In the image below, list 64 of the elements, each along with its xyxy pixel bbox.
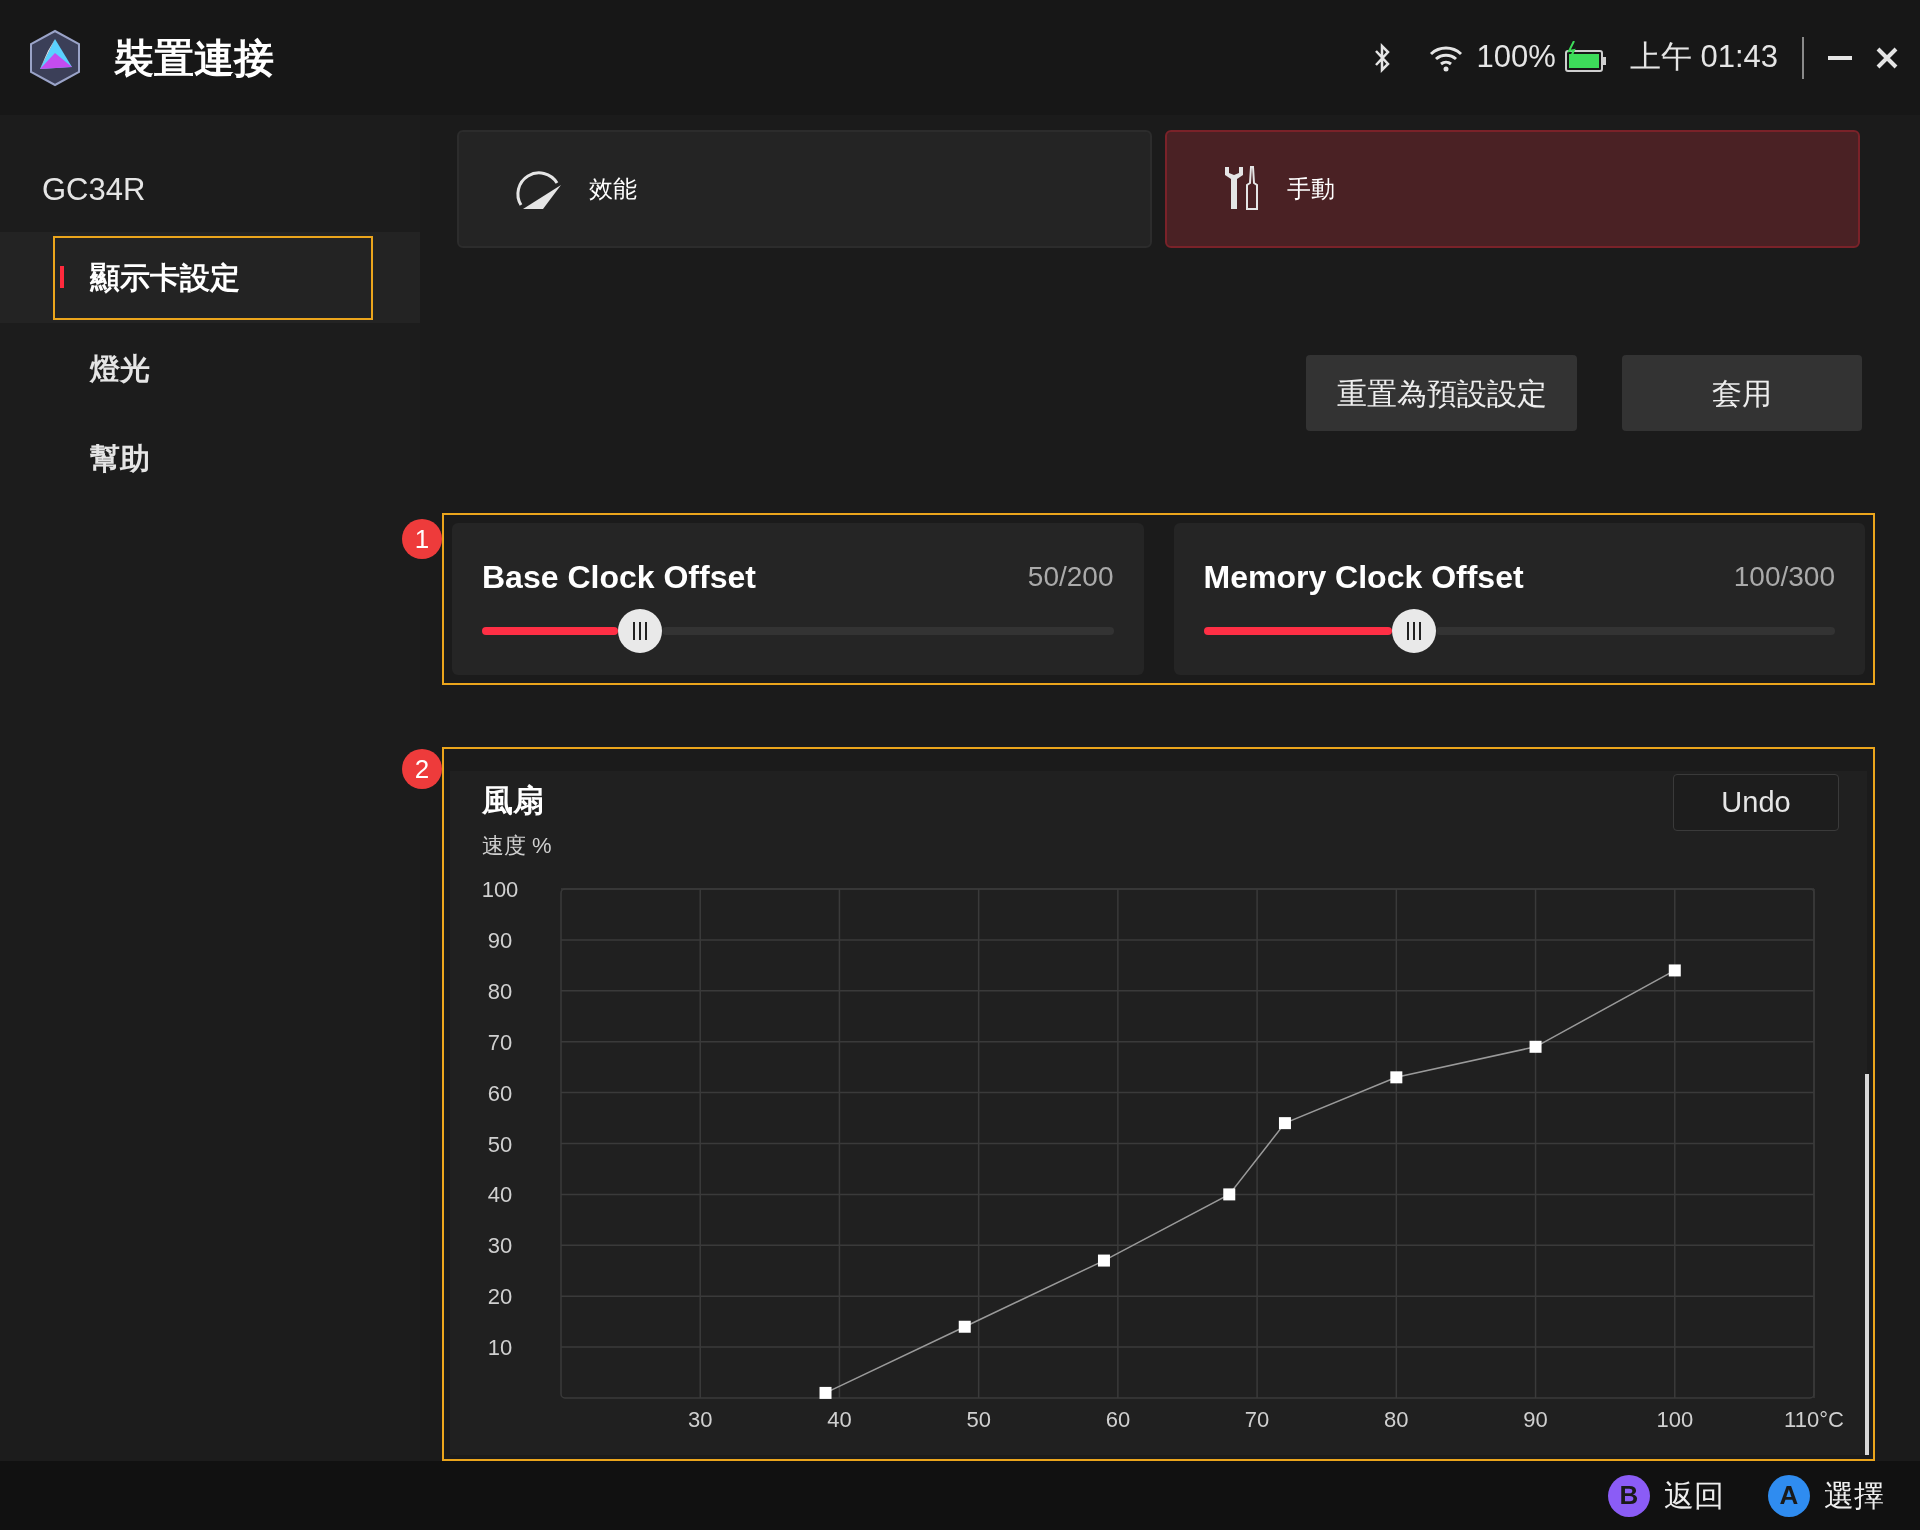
sidebar-item[interactable]: 幫助 bbox=[53, 424, 373, 492]
sidebar-item[interactable]: 顯示卡設定 bbox=[53, 235, 373, 320]
slider-reading: 100/300 bbox=[1733, 560, 1835, 594]
undo-button[interactable]: Undo bbox=[1673, 774, 1839, 831]
curve-point[interactable] bbox=[1097, 1254, 1110, 1267]
hint-label: 返回 bbox=[1664, 1478, 1724, 1514]
clock-time: 上午 01:43 bbox=[1629, 38, 1778, 77]
x-tick-label: 50 bbox=[966, 1407, 991, 1432]
slider-label: Memory Clock Offset bbox=[1203, 558, 1524, 597]
step-badge: 1 bbox=[402, 519, 442, 559]
y-tick-label: 10 bbox=[487, 1335, 513, 1361]
x-tick-label: 100 bbox=[1656, 1407, 1694, 1432]
controller-button-icon: A bbox=[1768, 1474, 1810, 1517]
mode-tab[interactable]: 效能 bbox=[457, 130, 1152, 248]
slider-track[interactable] bbox=[1203, 609, 1835, 653]
battery-percentage: 100% bbox=[1476, 38, 1556, 77]
logo-icon bbox=[28, 28, 82, 87]
mode-label: 手動 bbox=[1287, 174, 1335, 204]
device-name: GC34R bbox=[41, 171, 147, 209]
mode-tab[interactable]: 手動 bbox=[1165, 130, 1860, 248]
curve-point[interactable] bbox=[1529, 1040, 1542, 1053]
x-tick-label: 90 bbox=[1523, 1407, 1548, 1432]
scrollbar[interactable] bbox=[1865, 1074, 1869, 1455]
slider-label: Base Clock Offset bbox=[482, 558, 756, 597]
close-icon[interactable] bbox=[1876, 46, 1898, 69]
slider-thumb[interactable] bbox=[617, 609, 662, 653]
fan-curve-chart[interactable]: 10 20 30 40 50 60 70 80 90 100 30 40 50 60 70 80 90 100 110°C bbox=[482, 872, 1849, 1437]
slider-track[interactable] bbox=[482, 609, 1114, 653]
mode-label: 效能 bbox=[589, 174, 637, 204]
reset-defaults-button[interactable]: 重置為預設設定 bbox=[1306, 355, 1577, 431]
curve-point[interactable] bbox=[958, 1320, 971, 1333]
selection-indicator bbox=[60, 265, 64, 288]
minimize-icon[interactable] bbox=[1828, 54, 1852, 61]
x-tick-label: 80 bbox=[1384, 1407, 1409, 1432]
y-tick-label: 60 bbox=[487, 1080, 513, 1106]
app-title: 裝置連接 bbox=[114, 34, 274, 82]
sidebar-item[interactable]: 燈光 bbox=[53, 334, 373, 402]
bluetooth-icon bbox=[1372, 42, 1391, 73]
x-tick-label: 30 bbox=[688, 1407, 713, 1432]
step-badge: 2 bbox=[402, 749, 442, 789]
fan-title: 風扇 bbox=[482, 782, 544, 820]
y-tick-label: 70 bbox=[487, 1029, 513, 1055]
apply-button[interactable]: 套用 bbox=[1622, 355, 1862, 431]
x-tick-label: 60 bbox=[1105, 1407, 1131, 1432]
curve-point[interactable] bbox=[819, 1386, 832, 1399]
curve-point[interactable] bbox=[1278, 1117, 1291, 1130]
slider-reading: 50/200 bbox=[1027, 560, 1114, 594]
y-tick-label: 100 bbox=[482, 877, 519, 902]
controller-button-icon: B bbox=[1608, 1474, 1650, 1517]
y-tick-label: 50 bbox=[487, 1131, 513, 1157]
curve-point[interactable] bbox=[1668, 964, 1681, 977]
y-tick-label: 40 bbox=[487, 1182, 513, 1208]
x-tick-label: 40 bbox=[827, 1407, 852, 1432]
curve-point[interactable] bbox=[1223, 1188, 1236, 1201]
hint-label: 選擇 bbox=[1824, 1478, 1884, 1514]
axis-label: 速度 % bbox=[482, 832, 553, 860]
y-tick-label: 90 bbox=[487, 927, 513, 953]
battery-charging-icon bbox=[1563, 40, 1608, 75]
slider-thumb[interactable] bbox=[1391, 609, 1436, 653]
y-tick-label: 80 bbox=[487, 978, 513, 1004]
y-tick-label: 20 bbox=[487, 1284, 513, 1310]
y-tick-label: 30 bbox=[487, 1233, 513, 1259]
x-tick-label: 70 bbox=[1244, 1407, 1270, 1432]
x-tick-label: 110°C bbox=[1784, 1407, 1844, 1432]
